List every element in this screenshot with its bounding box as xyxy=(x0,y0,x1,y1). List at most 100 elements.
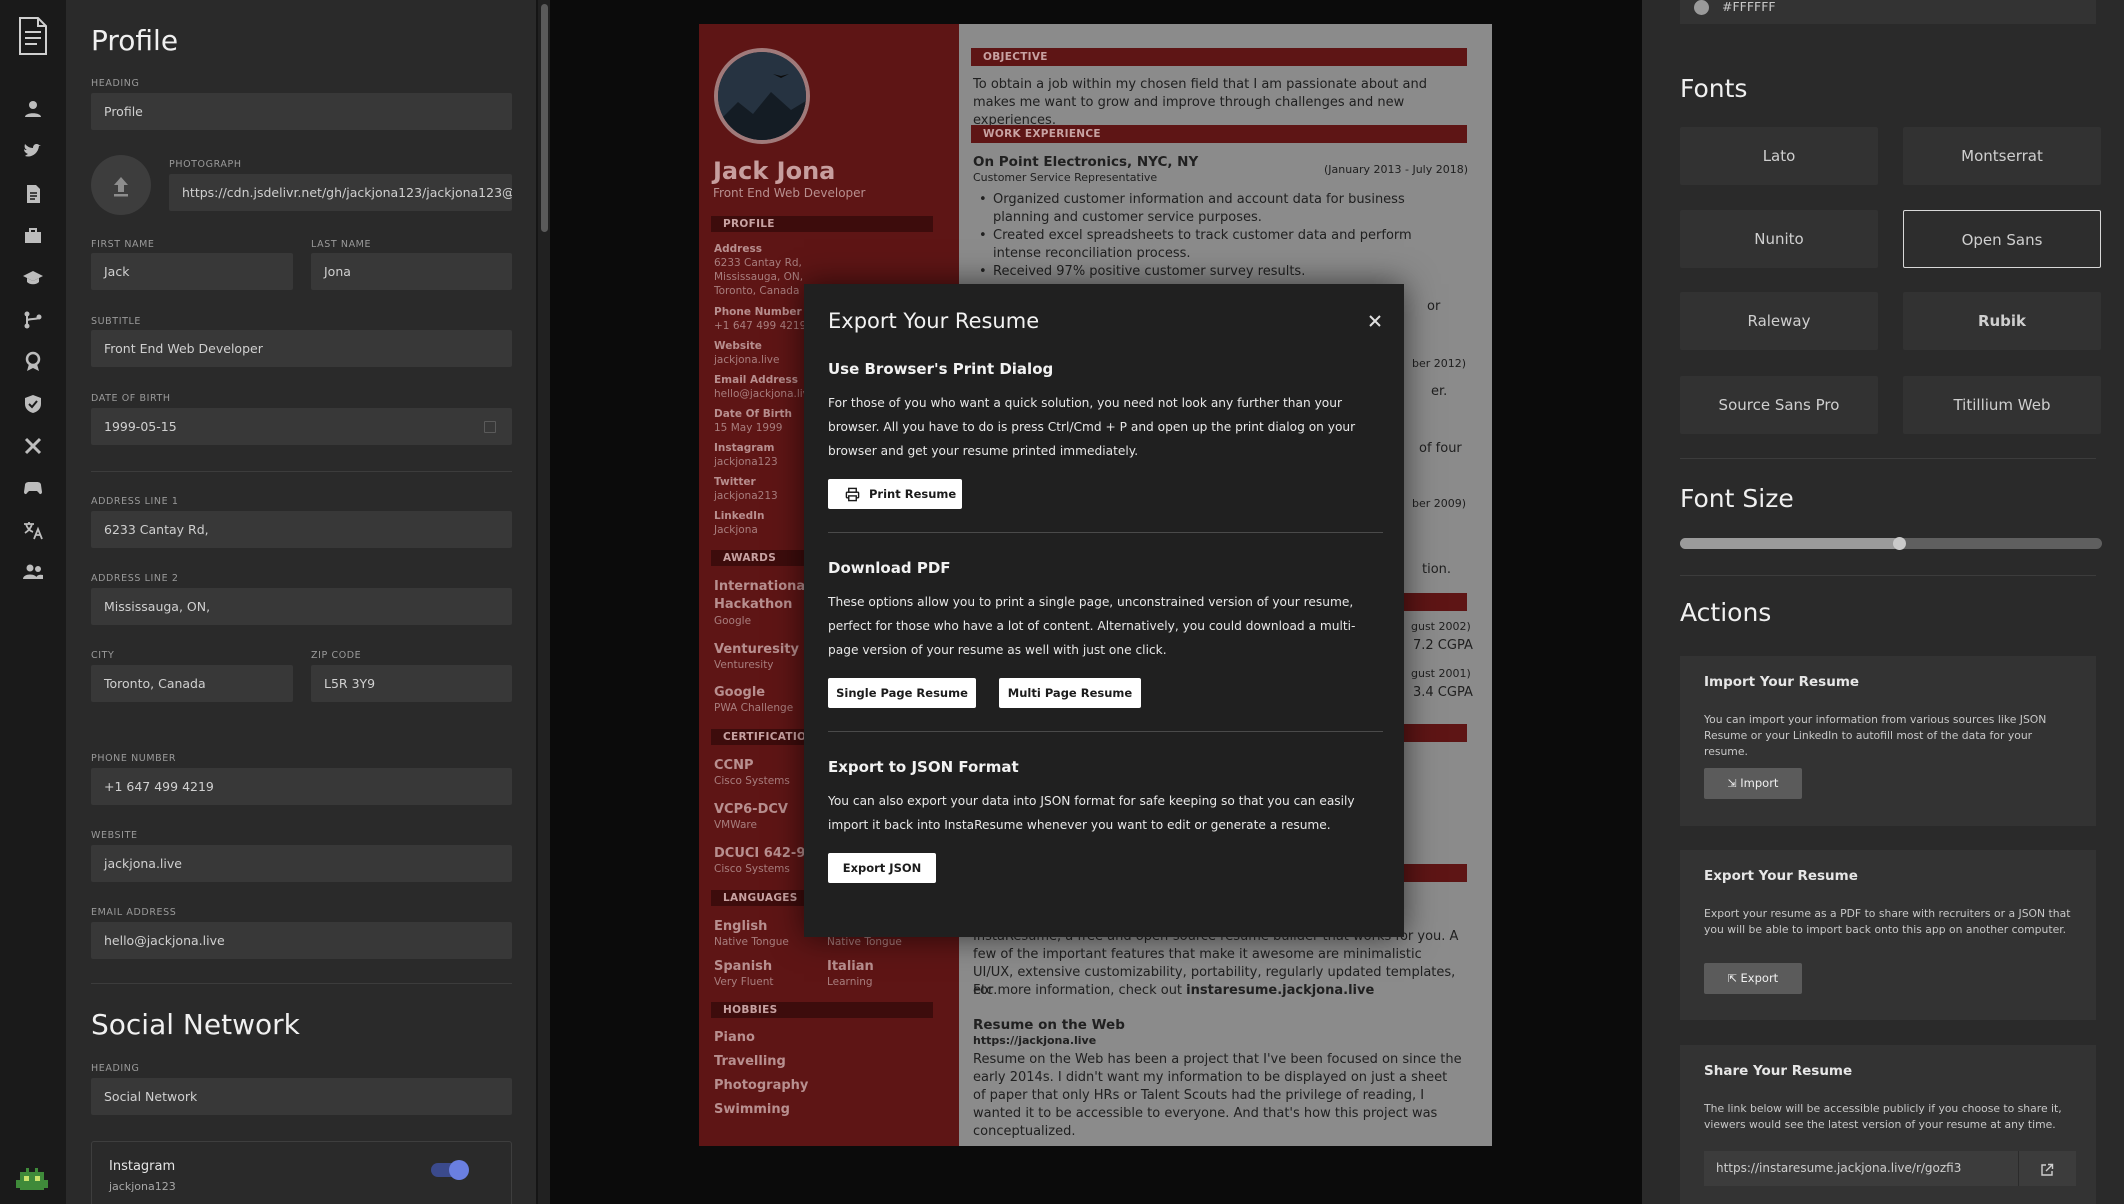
font-size-slider-knob[interactable] xyxy=(1893,537,1907,550)
upload-icon xyxy=(114,177,128,197)
social-heading-input[interactable]: Social Network xyxy=(91,1078,512,1115)
resume-dob-val: 15 May 1999 xyxy=(714,422,783,434)
resume-award-title2: Hackathon xyxy=(714,597,793,612)
resume-project2-link[interactable]: https://jackjona.live xyxy=(973,1034,1096,1047)
projects-icon[interactable] xyxy=(22,309,44,331)
references-icon[interactable] xyxy=(22,561,44,583)
photo-upload-button[interactable] xyxy=(91,155,151,215)
font-option-raleway[interactable]: Raleway xyxy=(1680,292,1878,350)
certifications-icon[interactable] xyxy=(22,393,44,415)
phone-input[interactable]: +1 647 499 4219 xyxy=(91,768,512,805)
email-input[interactable]: hello@jackjona.live xyxy=(91,922,512,959)
export-title: Export Your Resume xyxy=(1704,868,1858,884)
resume-lang-sub: Native Tongue xyxy=(827,936,902,948)
subtitle-label: SUBTITLE xyxy=(91,316,142,327)
website-input[interactable]: jackjona.live xyxy=(91,845,512,882)
resume-phone-val: +1 647 499 4219 xyxy=(714,320,807,332)
resume-project-link[interactable]: instaresume.jackjona.live xyxy=(1186,983,1374,998)
social-item-instagram[interactable]: Instagram jackjona123 xyxy=(91,1141,512,1204)
subtitle-input[interactable]: Front End Web Developer xyxy=(91,330,512,367)
resume-hobby: Travelling xyxy=(714,1054,786,1069)
import-icon: ⇲ xyxy=(1727,777,1741,790)
divider xyxy=(2018,1151,2019,1186)
close-icon[interactable] xyxy=(1366,312,1384,330)
address2-input[interactable]: Mississauga, ON, xyxy=(91,588,512,625)
bullet-icon: • xyxy=(979,192,987,207)
resume-section-bar xyxy=(1403,724,1467,742)
zip-input[interactable]: L5R 3Y9 xyxy=(311,665,512,702)
resume-work-heading: WORK EXPERIENCE xyxy=(971,125,1467,143)
export-card: Export Your Resume Export your resume as… xyxy=(1680,850,2096,1020)
resume-work-role: Customer Service Representative xyxy=(973,171,1158,184)
export-label: Export xyxy=(1740,971,1779,985)
languages-icon[interactable] xyxy=(22,519,44,541)
font-option-open-sans[interactable]: Open Sans xyxy=(1903,210,2101,268)
resume-linkedin-key: LinkedIn xyxy=(714,510,765,522)
profile-title: Profile xyxy=(91,24,179,57)
resume-peek-text: 3.4 CGPA xyxy=(1413,685,1473,700)
font-option-titillium-web[interactable]: Titillium Web xyxy=(1903,376,2101,434)
education-icon[interactable] xyxy=(22,267,44,289)
city-input[interactable]: Toronto, Canada xyxy=(91,665,293,702)
first-name-input[interactable]: Jack xyxy=(91,253,293,290)
color-input[interactable]: #FFFFFF xyxy=(1680,0,2096,24)
print-resume-button[interactable]: Print Resume xyxy=(828,479,962,509)
resume-cert-heading: CERTIFICATIONS xyxy=(711,729,823,745)
address2-label: ADDRESS LINE 2 xyxy=(91,573,179,584)
font-option-lato[interactable]: Lato xyxy=(1680,127,1878,185)
resume-section-bar xyxy=(1403,593,1467,611)
social-item-toggle[interactable] xyxy=(431,1160,469,1180)
resume-address-line3: Toronto, Canada xyxy=(714,285,800,297)
print-section-title: Use Browser's Print Dialog xyxy=(828,360,1054,378)
avatar-icon[interactable] xyxy=(14,1166,50,1196)
json-section-title: Export to JSON Format xyxy=(828,758,1019,776)
resume-app-logo[interactable] xyxy=(17,16,49,56)
resume-award-title: Google xyxy=(714,685,766,700)
work-icon[interactable] xyxy=(22,225,44,247)
social-network-title: Social Network xyxy=(91,1008,300,1041)
photograph-url-input[interactable]: https://cdn.jsdelivr.net/gh/jackjona123/… xyxy=(169,174,512,211)
resume-name: Jack Jona xyxy=(713,157,836,185)
left-panel-scroll-thumb[interactable] xyxy=(541,4,548,232)
profile-icon[interactable] xyxy=(22,98,44,120)
social-item-name: Instagram xyxy=(109,1159,176,1174)
resume-project-more: For more information, check out instares… xyxy=(973,982,1463,1000)
resume-lang-sub: Native Tongue xyxy=(714,936,789,948)
skills-icon[interactable] xyxy=(22,435,44,457)
objective-icon[interactable] xyxy=(22,183,44,205)
resume-address-key: Address xyxy=(714,243,762,255)
resume-cert-sub: Cisco Systems xyxy=(714,775,790,787)
resume-award-sub: PWA Challenge xyxy=(714,702,794,714)
font-option-source-sans-pro[interactable]: Source Sans Pro xyxy=(1680,376,1878,434)
font-size-slider-fill xyxy=(1680,538,1900,549)
last-name-input[interactable]: Jona xyxy=(311,253,512,290)
address1-label: ADDRESS LINE 1 xyxy=(91,496,179,507)
resume-peek-text: or xyxy=(1427,299,1441,314)
divider xyxy=(91,983,512,984)
resume-phone-key: Phone Number xyxy=(714,306,802,318)
font-option-nunito[interactable]: Nunito xyxy=(1680,210,1878,268)
calendar-icon[interactable] xyxy=(484,421,496,433)
resume-hobbies-heading: HOBBIES xyxy=(711,1002,933,1018)
awards-icon[interactable] xyxy=(22,351,44,373)
dob-input[interactable]: 1999-05-15 xyxy=(91,408,512,445)
font-option-montserrat[interactable]: Montserrat xyxy=(1903,127,2101,185)
export-button[interactable]: ⇱ Export xyxy=(1704,963,1802,994)
import-button[interactable]: ⇲ Import xyxy=(1704,768,1802,799)
heading-input[interactable]: Profile xyxy=(91,93,512,130)
zip-label: ZIP CODE xyxy=(311,650,362,661)
social-network-icon[interactable] xyxy=(22,141,44,163)
address1-input[interactable]: 6233 Cantay Rd, xyxy=(91,511,512,548)
open-link-icon[interactable] xyxy=(2040,1162,2054,1176)
resume-instagram-key: Instagram xyxy=(714,442,775,454)
resume-award-sub: Venturesity xyxy=(714,659,774,671)
share-url-field[interactable]: https://instaresume.jackjona.live/r/gozf… xyxy=(1704,1151,2076,1186)
hobbies-icon[interactable] xyxy=(22,477,44,499)
multi-page-resume-button[interactable]: Multi Page Resume xyxy=(999,678,1141,708)
font-size-slider[interactable] xyxy=(1680,537,2102,550)
single-page-resume-button[interactable]: Single Page Resume xyxy=(828,678,976,708)
font-option-rubik[interactable]: Rubik xyxy=(1903,292,2101,350)
export-json-button[interactable]: Export JSON xyxy=(828,853,936,883)
resume-hobby: Photography xyxy=(714,1078,809,1093)
fonts-title: Fonts xyxy=(1680,74,1748,103)
